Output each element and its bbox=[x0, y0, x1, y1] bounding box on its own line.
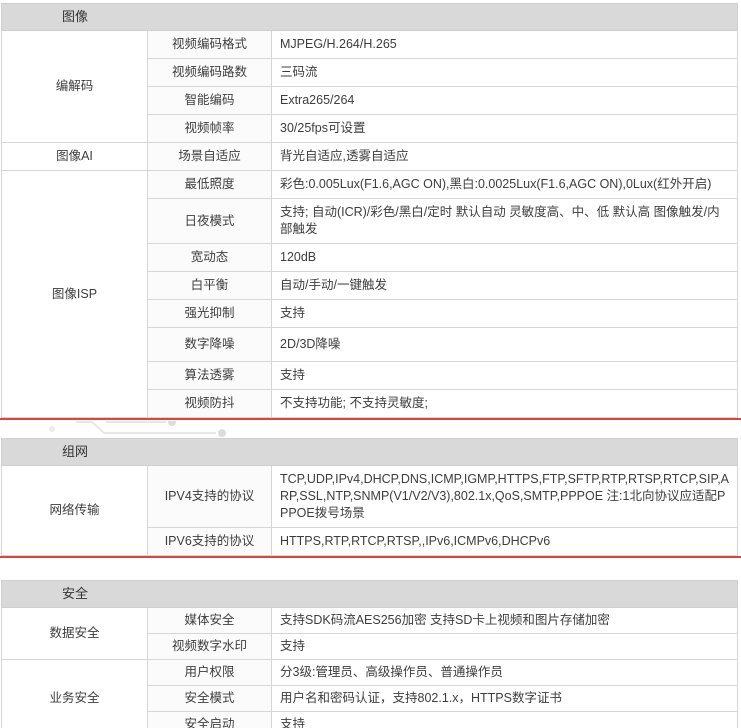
section-header-network: 组网 bbox=[2, 439, 738, 466]
label-cell: 宽动态 bbox=[148, 244, 272, 272]
label-cell: 场景自适应 bbox=[148, 143, 272, 171]
table-row-min-illumination: 图像ISP 最低照度 彩色:0.005Lux(F1.6,AGC ON),黑白:0… bbox=[2, 171, 738, 199]
section-title-security: 安全 bbox=[2, 585, 148, 602]
table-row-user-permissions: 业务安全 用户权限 分3级:管理员、高级操作员、普通操作员 bbox=[2, 660, 738, 686]
label-cell: 视频防抖 bbox=[148, 390, 272, 418]
label-cell: IPV4支持的协议 bbox=[148, 466, 272, 528]
table-row-scene-adaptive: 图像AI 场景自适应 背光自适应,透雾自适应 bbox=[2, 143, 738, 171]
label-cell: 智能编码 bbox=[148, 87, 272, 115]
value-cell: 支持 bbox=[272, 712, 738, 728]
value-cell: 不支持功能; 不支持灵敏度; bbox=[272, 390, 738, 418]
value-cell: 背光自适应,透雾自适应 bbox=[272, 143, 738, 171]
group-cell-data-security: 数据安全 bbox=[2, 608, 148, 660]
section-header-cell: 安全 bbox=[2, 581, 738, 608]
section-header-cell: 组网 bbox=[2, 439, 738, 466]
value-cell: 支持SDK码流AES256加密 支持SD卡上视频和图片存储加密 bbox=[272, 608, 738, 634]
value-cell: 分3级:管理员、高级操作员、普通操作员 bbox=[272, 660, 738, 686]
section-title-image: 图像 bbox=[2, 8, 148, 25]
value-cell: 120dB bbox=[272, 244, 738, 272]
section-header-image: 图像 bbox=[2, 4, 738, 31]
value-cell: 用户名和密码认证，支持802.1.x，HTTPS数字证书 bbox=[272, 686, 738, 712]
label-cell: 视频编码格式 bbox=[148, 31, 272, 59]
label-cell: 强光抑制 bbox=[148, 300, 272, 328]
label-cell: 数字降噪 bbox=[148, 328, 272, 362]
table-row-media-security: 数据安全 媒体安全 支持SDK码流AES256加密 支持SD卡上视频和图片存储加… bbox=[2, 608, 738, 634]
spec-table-image: 图像 编解码 视频编码格式 MJPEG/H.264/H.265 视频编码路数 三… bbox=[1, 3, 738, 418]
label-cell: 白平衡 bbox=[148, 272, 272, 300]
label-cell: 算法透雾 bbox=[148, 362, 272, 390]
group-cell-codec: 编解码 bbox=[2, 31, 148, 143]
group-cell-business-security: 业务安全 bbox=[2, 660, 148, 728]
table-row-video-encode-format: 编解码 视频编码格式 MJPEG/H.264/H.265 bbox=[2, 31, 738, 59]
value-cell: 三码流 bbox=[272, 59, 738, 87]
section-header-security: 安全 bbox=[2, 581, 738, 608]
label-cell: 视频数字水印 bbox=[148, 634, 272, 660]
label-cell: IPV6支持的协议 bbox=[148, 528, 272, 556]
spec-sheet-page: 图像 编解码 视频编码格式 MJPEG/H.264/H.265 视频编码路数 三… bbox=[0, 0, 741, 728]
value-cell: 支持 bbox=[272, 300, 738, 328]
value-cell: 2D/3D降噪 bbox=[272, 328, 738, 362]
group-cell-image-ai: 图像AI bbox=[2, 143, 148, 171]
label-cell: 用户权限 bbox=[148, 660, 272, 686]
spec-table-network: 组网 网络传输 IPV4支持的协议 TCP,UDP,IPv4,DHCP,DNS,… bbox=[1, 438, 738, 556]
value-cell: 自动/手动/一键触发 bbox=[272, 272, 738, 300]
label-cell: 视频帧率 bbox=[148, 115, 272, 143]
section-title-network: 组网 bbox=[2, 443, 148, 460]
value-cell: MJPEG/H.264/H.265 bbox=[272, 31, 738, 59]
label-cell: 媒体安全 bbox=[148, 608, 272, 634]
label-cell: 安全模式 bbox=[148, 686, 272, 712]
section-gap-1 bbox=[0, 420, 741, 438]
group-cell-network-transport: 网络传输 bbox=[2, 466, 148, 556]
value-cell: 支持 bbox=[272, 362, 738, 390]
section-header-cell: 图像 bbox=[2, 4, 738, 31]
value-cell: 支持 bbox=[272, 634, 738, 660]
circuit-watermark-icon bbox=[48, 421, 288, 438]
value-cell: 彩色:0.005Lux(F1.6,AGC ON),黑白:0.0025Lux(F1… bbox=[272, 171, 738, 199]
label-cell: 最低照度 bbox=[148, 171, 272, 199]
value-cell: HTTPS,RTP,RTCP,RTSP,,IPv6,ICMPv6,DHCPv6 bbox=[272, 528, 738, 556]
label-cell: 安全启动 bbox=[148, 712, 272, 728]
value-cell: Extra265/264 bbox=[272, 87, 738, 115]
label-cell: 日夜模式 bbox=[148, 199, 272, 244]
spec-table-security: 安全 数据安全 媒体安全 支持SDK码流AES256加密 支持SD卡上视频和图片… bbox=[1, 580, 738, 728]
label-cell: 视频编码路数 bbox=[148, 59, 272, 87]
value-cell: TCP,UDP,IPv4,DHCP,DNS,ICMP,IGMP,HTTPS,FT… bbox=[272, 466, 738, 528]
table-row-ipv4-protocols: 网络传输 IPV4支持的协议 TCP,UDP,IPv4,DHCP,DNS,ICM… bbox=[2, 466, 738, 528]
group-cell-image-isp: 图像ISP bbox=[2, 171, 148, 418]
value-cell: 30/25fps可设置 bbox=[272, 115, 738, 143]
section-gap-2 bbox=[0, 558, 741, 580]
value-cell: 支持; 自动(ICR)/彩色/黑白/定时 默认自动 灵敏度高、中、低 默认高 图… bbox=[272, 199, 738, 244]
